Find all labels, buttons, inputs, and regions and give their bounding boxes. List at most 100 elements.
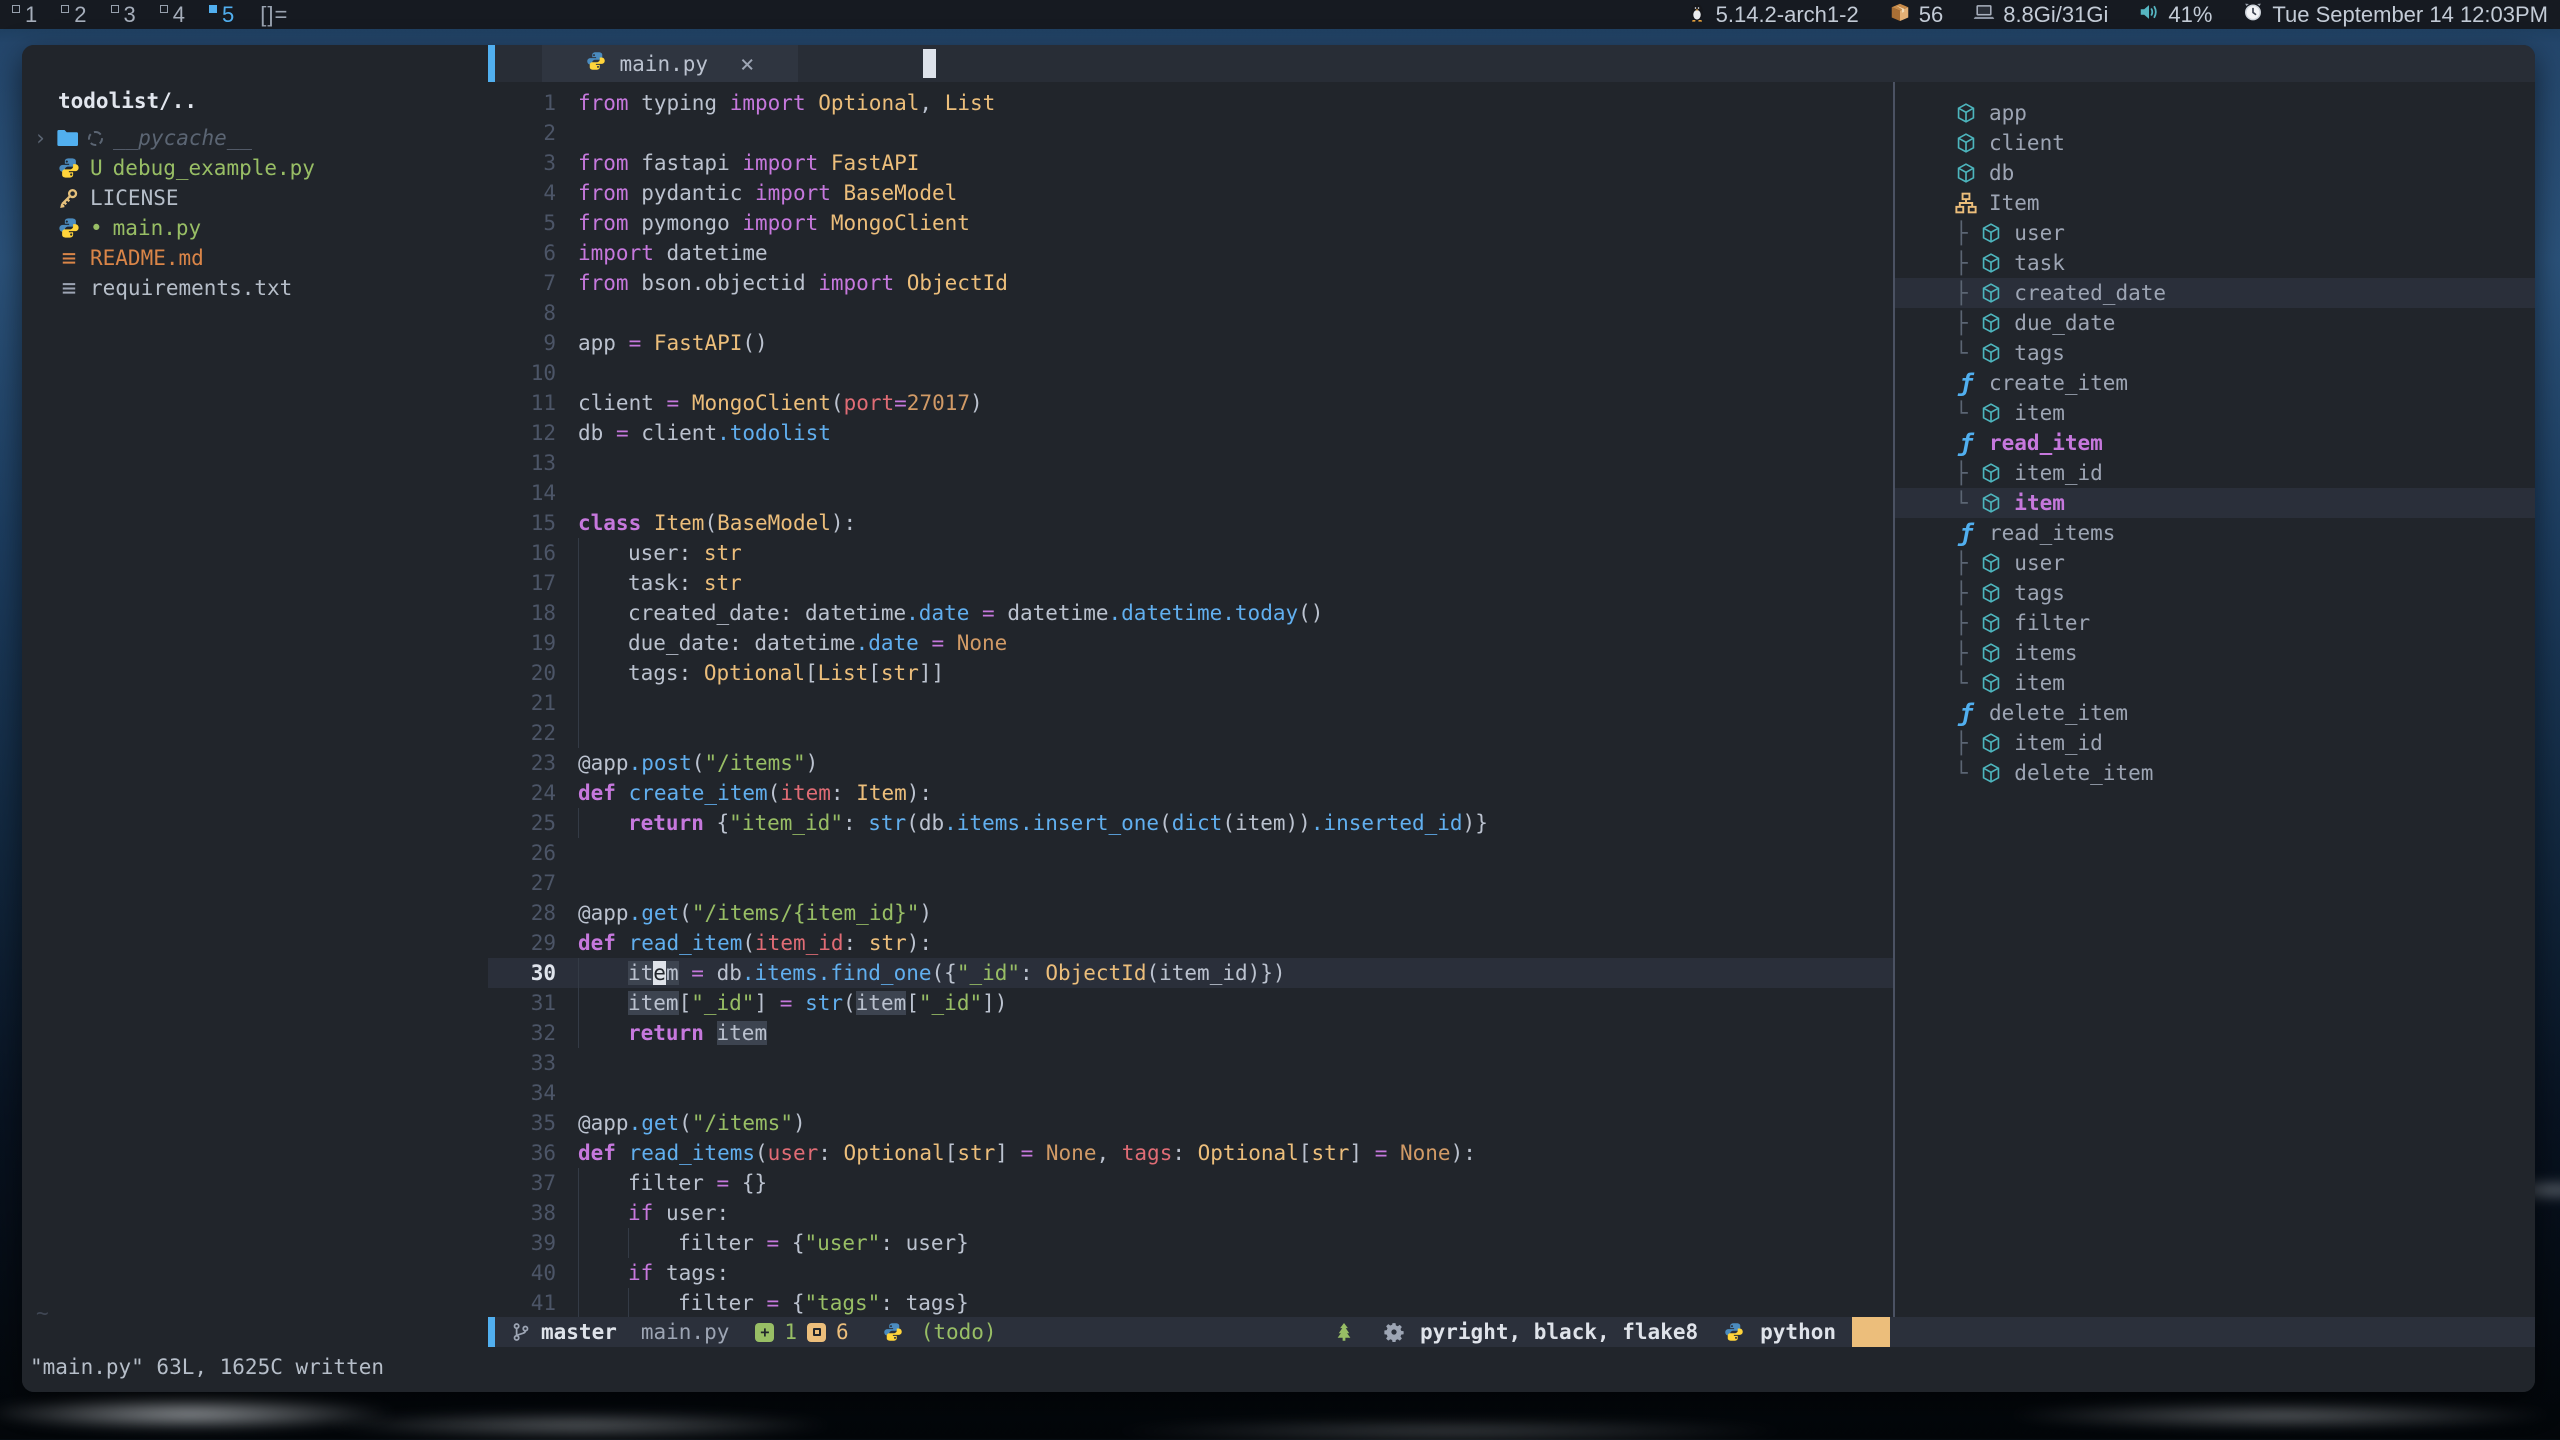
- code-line-36[interactable]: 36def read_items(user: Optional[str] = N…: [488, 1138, 1893, 1168]
- workspace-3[interactable]: 3: [99, 0, 148, 29]
- outline-item-client[interactable]: client: [1895, 128, 2535, 158]
- code-editor[interactable]: 1from typing import Optional, List23from…: [488, 82, 1893, 1317]
- code-line-4[interactable]: 4from pydantic import BaseModel: [488, 178, 1893, 208]
- python-venv-icon: [883, 1322, 903, 1342]
- code-line-33[interactable]: 33: [488, 1048, 1893, 1078]
- code-line-25[interactable]: 25return {"item_id": str(db.items.insert…: [488, 808, 1893, 838]
- code-line-14[interactable]: 14: [488, 478, 1893, 508]
- function-icon: ƒ: [1955, 429, 1977, 457]
- outline-item-delete_item[interactable]: └ delete_item: [1895, 758, 2535, 788]
- tree-item-debug-example-py[interactable]: Udebug_example.py: [22, 153, 488, 183]
- code-line-28[interactable]: 28@app.get("/items/{item_id}"): [488, 898, 1893, 928]
- code-line-30[interactable]: 30item = db.items.find_one({"_id": Objec…: [488, 958, 1893, 988]
- code-token: MongoClient: [818, 211, 970, 235]
- workspace-indicator-icon: [61, 5, 69, 13]
- code-line-31[interactable]: 31item["_id"] = str(item["_id"]): [488, 988, 1893, 1018]
- code-line-40[interactable]: 40if tags:: [488, 1258, 1893, 1288]
- code-line-11[interactable]: 11client = MongoClient(port=27017): [488, 388, 1893, 418]
- status-penguin-text: 5.14.2-arch1-2: [1716, 2, 1859, 28]
- code-line-18[interactable]: 18created_date: datetime.date = datetime…: [488, 598, 1893, 628]
- workspace-2[interactable]: 2: [49, 0, 98, 29]
- outline-item-item[interactable]: └ item: [1895, 668, 2535, 698]
- workspace-1[interactable]: 1: [0, 0, 49, 29]
- line-number: 24: [488, 781, 578, 805]
- code-line-6[interactable]: 6import datetime: [488, 238, 1893, 268]
- code-token: : tags}: [880, 1291, 969, 1315]
- tree-item-readme-md[interactable]: ≡README.md: [22, 243, 488, 273]
- code-line-9[interactable]: 9app = FastAPI(): [488, 328, 1893, 358]
- tree-item-requirements-txt[interactable]: ≡requirements.txt: [22, 273, 488, 303]
- code-line-5[interactable]: 5from pymongo import MongoClient: [488, 208, 1893, 238]
- code-token: ):: [907, 931, 932, 955]
- code-line-10[interactable]: 10: [488, 358, 1893, 388]
- code-line-12[interactable]: 12db = client.todolist: [488, 418, 1893, 448]
- outline-item-item[interactable]: └ item: [1895, 488, 2535, 518]
- tree-item-license[interactable]: LICENSE: [22, 183, 488, 213]
- tree-connector: ├: [1955, 461, 1980, 485]
- outline-item-db[interactable]: db: [1895, 158, 2535, 188]
- code-line-39[interactable]: 39filter = {"user": user}: [488, 1228, 1893, 1258]
- outline-item-user[interactable]: ├ user: [1895, 218, 2535, 248]
- code-line-34[interactable]: 34: [488, 1078, 1893, 1108]
- code-line-37[interactable]: 37filter = {}: [488, 1168, 1893, 1198]
- close-icon[interactable]: ×: [740, 50, 754, 78]
- outline-item-item_id[interactable]: ├ item_id: [1895, 728, 2535, 758]
- code-token: return: [628, 811, 717, 835]
- code-line-35[interactable]: 35@app.get("/items"): [488, 1108, 1893, 1138]
- code-line-29[interactable]: 29def read_item(item_id: str):: [488, 928, 1893, 958]
- outline-item-tags[interactable]: ├ tags: [1895, 578, 2535, 608]
- outline-item-app[interactable]: app: [1895, 98, 2535, 128]
- code-line-19[interactable]: 19due_date: datetime.date = None: [488, 628, 1893, 658]
- code-line-21[interactable]: 21: [488, 688, 1893, 718]
- code-line-15[interactable]: 15class Item(BaseModel):: [488, 508, 1893, 538]
- code-line-22[interactable]: 22: [488, 718, 1893, 748]
- empty-buffer-marker: ~: [36, 1301, 49, 1325]
- status-package: 56: [1889, 1, 1943, 29]
- code-line-38[interactable]: 38if user:: [488, 1198, 1893, 1228]
- code-token: ): [919, 901, 932, 925]
- outline-item-read_items[interactable]: ƒread_items: [1895, 518, 2535, 548]
- code-token: import: [818, 271, 894, 295]
- line-number: 33: [488, 1051, 578, 1075]
- outline-item-filter[interactable]: ├ filter: [1895, 608, 2535, 638]
- workspace-5[interactable]: 5: [197, 0, 246, 29]
- code-line-13[interactable]: 13: [488, 448, 1893, 478]
- outline-item-created_date[interactable]: ├ created_date: [1895, 278, 2535, 308]
- code-line-8[interactable]: 8: [488, 298, 1893, 328]
- code-line-17[interactable]: 17task: str: [488, 568, 1893, 598]
- outline-item-Item[interactable]: Item: [1895, 188, 2535, 218]
- code-line-20[interactable]: 20tags: Optional[List[str]]: [488, 658, 1893, 688]
- outline-item-task[interactable]: ├ task: [1895, 248, 2535, 278]
- outline-item-item[interactable]: └ item: [1895, 398, 2535, 428]
- code-line-16[interactable]: 16user: str: [488, 538, 1893, 568]
- code-line-7[interactable]: 7from bson.objectid import ObjectId: [488, 268, 1893, 298]
- outline-item-due_date[interactable]: ├ due_date: [1895, 308, 2535, 338]
- code-token: def: [578, 1141, 629, 1165]
- tree-item---pycache--[interactable]: ›__pycache__: [22, 123, 488, 153]
- code-line-27[interactable]: 27: [488, 868, 1893, 898]
- code-line-32[interactable]: 32return item: [488, 1018, 1893, 1048]
- code-line-26[interactable]: 26: [488, 838, 1893, 868]
- tab-main-py[interactable]: main.py ×: [542, 45, 798, 82]
- write-message: "main.py" 63L, 1625C written: [30, 1355, 384, 1379]
- line-number: 41: [488, 1291, 578, 1315]
- outline-item-items[interactable]: ├ items: [1895, 638, 2535, 668]
- outline-item-tags[interactable]: └ tags: [1895, 338, 2535, 368]
- workspace-number: 4: [173, 2, 185, 28]
- code-line-2[interactable]: 2: [488, 118, 1893, 148]
- outline-item-read_item[interactable]: ƒread_item: [1895, 428, 2535, 458]
- status-memory-text: 8.8Gi/31Gi: [2003, 2, 2108, 28]
- outline-item-item_id[interactable]: ├ item_id: [1895, 458, 2535, 488]
- code-line-41[interactable]: 41filter = {"tags": tags}: [488, 1288, 1893, 1317]
- tree-connector: ├: [1955, 611, 1980, 635]
- code-line-1[interactable]: 1from typing import Optional, List: [488, 88, 1893, 118]
- code-token: .date: [906, 601, 969, 625]
- outline-item-delete_item[interactable]: ƒdelete_item: [1895, 698, 2535, 728]
- workspace-4[interactable]: 4: [148, 0, 197, 29]
- outline-item-create_item[interactable]: ƒcreate_item: [1895, 368, 2535, 398]
- outline-item-user[interactable]: ├ user: [1895, 548, 2535, 578]
- code-line-3[interactable]: 3from fastapi import FastAPI: [488, 148, 1893, 178]
- code-line-24[interactable]: 24def create_item(item: Item):: [488, 778, 1893, 808]
- tree-item-main-py[interactable]: •main.py: [22, 213, 488, 243]
- code-line-23[interactable]: 23@app.post("/items"): [488, 748, 1893, 778]
